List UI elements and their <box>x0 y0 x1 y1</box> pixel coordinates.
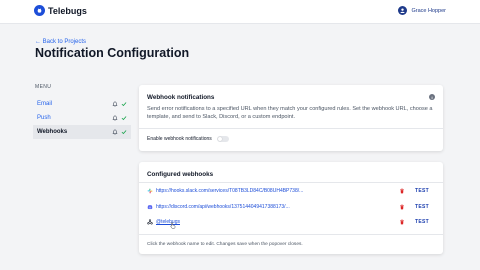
webhook-icon <box>147 219 153 225</box>
enable-webhook-row: Enable webhook notifications <box>147 136 229 142</box>
enable-webhook-toggle[interactable] <box>216 136 229 142</box>
webhook-row: https://discord.com/api/webhooks/1375144… <box>147 202 435 212</box>
menu-item-push[interactable]: Push <box>33 111 131 125</box>
top-bar: Telebugs Grace Hopper <box>0 0 480 24</box>
card-description: Send error notifications to a specified … <box>147 106 433 120</box>
webhook-url-link[interactable]: https://discord.com/api/webhooks/1375144… <box>156 204 399 210</box>
trash-icon[interactable] <box>399 204 405 210</box>
trash-icon[interactable] <box>399 188 405 194</box>
bell-icon <box>112 101 118 107</box>
webhook-notifications-card: Webhook notifications i Send error notif… <box>139 85 443 151</box>
menu-item-label: Push <box>37 115 51 121</box>
test-button[interactable]: TEST <box>415 219 435 225</box>
page-title: Notification Configuration <box>35 46 190 60</box>
webhook-url-link[interactable]: https://hooks.slack.com/services/T08TB3L… <box>156 188 399 194</box>
trash-icon[interactable] <box>399 219 405 225</box>
menu-item-label: Email <box>37 101 53 107</box>
card-title: Configured webhooks <box>147 171 214 178</box>
user-menu[interactable]: Grace Hopper <box>398 6 446 15</box>
discord-icon <box>147 204 153 210</box>
back-to-projects-link[interactable]: ← Back to Projects <box>35 39 86 45</box>
menu-item-webhooks[interactable]: Webhooks <box>33 125 131 139</box>
card-title: Webhook notifications <box>147 94 215 101</box>
check-icon <box>121 129 127 135</box>
bell-icon <box>112 129 118 135</box>
divider <box>139 128 443 129</box>
user-name: Grace Hopper <box>411 7 446 14</box>
menu-item-label: Webhooks <box>37 129 68 135</box>
configured-webhooks-card: Configured webhooks https://hooks.slack.… <box>139 162 443 254</box>
bell-icon <box>112 115 118 121</box>
webhook-url-link[interactable]: @telebugs <box>156 219 180 225</box>
divider <box>139 234 443 235</box>
enable-webhook-label: Enable webhook notifications <box>147 136 212 142</box>
menu-item-email[interactable]: Email <box>33 97 131 111</box>
check-icon <box>121 101 127 107</box>
divider <box>139 182 443 183</box>
footer-note: Click the webhook name to edit. Changes … <box>147 242 303 247</box>
menu-heading: MENU <box>35 84 52 90</box>
info-icon[interactable]: i <box>429 94 435 100</box>
brand[interactable]: Telebugs <box>34 5 87 16</box>
hand-cursor-icon <box>170 222 176 229</box>
test-button[interactable]: TEST <box>415 204 435 210</box>
check-icon <box>121 115 127 121</box>
webhook-row: https://hooks.slack.com/services/T08TB3L… <box>147 186 435 196</box>
brand-name: Telebugs <box>48 5 87 16</box>
bug-logo-icon <box>34 5 45 16</box>
webhook-row: @telebugs TEST <box>147 217 435 227</box>
settings-menu: Email Push Webhooks <box>33 97 131 139</box>
slack-icon <box>147 188 153 194</box>
test-button[interactable]: TEST <box>415 188 435 194</box>
user-avatar-icon <box>398 6 408 15</box>
